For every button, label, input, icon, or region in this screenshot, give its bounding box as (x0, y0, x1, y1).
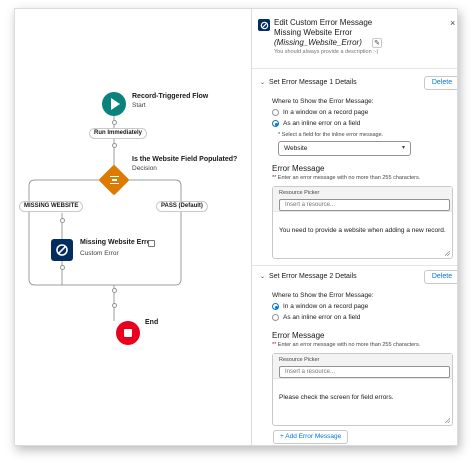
branch-label-pass-default: PASS (Default) (156, 201, 208, 212)
error-message-hint-1: ** Enter an error message with no more t… (272, 175, 421, 181)
description-hint: You should always provide a description … (274, 49, 379, 55)
delete-button-2[interactable]: Delete (424, 270, 457, 284)
connector-handle[interactable] (60, 218, 65, 223)
chevron-down-icon: ⌄ (260, 274, 266, 280)
field-select[interactable]: Website ▾ (278, 141, 411, 156)
chevron-down-icon: ⌄ (260, 80, 266, 86)
connector-handle[interactable] (60, 265, 65, 270)
radio-record-page-label-2: In a window on a record page (283, 303, 369, 310)
add-error-message-button[interactable]: + Add Error Message (273, 430, 349, 444)
end-node-title: End (145, 319, 159, 326)
flow-builder-window: Record-Triggered Flow Start Run Immediat… (14, 8, 458, 446)
prohibit-icon (260, 21, 268, 29)
connector-handle[interactable] (112, 120, 117, 125)
error-message-text-2[interactable]: Please check the screen for field errors… (279, 394, 394, 401)
node-menu-icon[interactable] (148, 240, 155, 247)
radio-inline-label-1: As an inline error on a field (283, 120, 361, 127)
error-hint-text-2: * Enter an error message with no more th… (274, 342, 421, 348)
connector-handle[interactable] (112, 303, 117, 308)
branch-label-missing-website: MISSING WEBSITE (19, 201, 84, 212)
properties-panel: Edit Custom Error Message Missing Websit… (251, 9, 457, 445)
error-node-icon[interactable] (51, 239, 73, 261)
error-message-hint-2: ** Enter an error message with no more t… (272, 342, 421, 348)
error-message-editor-1: Resource Picker Insert a resource... You… (272, 186, 453, 259)
connector-handle[interactable] (112, 288, 117, 293)
delete-button-1[interactable]: Delete (424, 76, 457, 90)
field-select-value: Website (284, 145, 308, 152)
decision-node-subtitle: Decision (132, 165, 157, 172)
error-message-heading-2: Error Message (272, 331, 325, 340)
start-node-subtitle: Start (132, 102, 146, 109)
start-node-icon[interactable] (102, 92, 126, 116)
chevron-down-icon: ▾ (401, 145, 405, 151)
start-node-title: Record-Triggered Flow (132, 93, 209, 100)
section-1-toggle[interactable]: ⌄ Set Error Message 1 Details (260, 79, 357, 86)
radio-record-page-1[interactable] (272, 109, 279, 116)
flow-canvas: Record-Triggered Flow Start Run Immediat… (15, 9, 251, 445)
error-node-title: Missing Website Error (80, 239, 154, 246)
prohibit-icon (56, 244, 68, 256)
error-message-editor-2: Resource Picker Insert a resource... Ple… (272, 353, 453, 426)
error-message-heading-1: Error Message (272, 164, 325, 173)
decision-node-title: Is the Website Field Populated? (132, 156, 238, 163)
error-hint-text-1: * Enter an error message with no more th… (274, 175, 421, 181)
resource-picker-input-2[interactable]: Insert a resource... (279, 366, 450, 378)
element-label: Missing Website Error (274, 28, 353, 37)
element-api-name: (Missing_Website_Error) (274, 38, 362, 47)
divider (252, 265, 457, 266)
radio-record-page-2[interactable] (272, 303, 279, 310)
resource-picker-input-1[interactable]: Insert a resource... (279, 199, 450, 211)
panel-title: Edit Custom Error Message (274, 18, 373, 27)
edit-pencil-icon[interactable]: ✎ (372, 38, 382, 48)
radio-inline-1[interactable] (272, 120, 279, 127)
editor-toolbar: Resource Picker Insert a resource... (273, 187, 452, 212)
run-immediately-label: Run Immediately (89, 128, 148, 139)
flow-connectors (28, 116, 182, 321)
resource-picker-label-2: Resource Picker (279, 357, 320, 363)
section-1-heading: Set Error Message 1 Details (269, 79, 357, 86)
divider (252, 68, 457, 69)
where-label-2: Where to Show the Error Message: (272, 292, 374, 299)
radio-inline-label-2: As an inline error on a field (283, 314, 361, 321)
resource-picker-label-1: Resource Picker (279, 190, 320, 196)
custom-error-icon (258, 19, 270, 31)
close-icon[interactable]: × (450, 18, 455, 28)
section-2-heading: Set Error Message 2 Details (269, 273, 357, 280)
where-label-1: Where to Show the Error Message: (272, 98, 374, 105)
error-node-subtitle: Custom Error (80, 250, 119, 257)
decision-icon (107, 173, 121, 187)
resize-handle-icon[interactable] (445, 418, 450, 423)
connector-handle[interactable] (112, 143, 117, 148)
panel-header: Edit Custom Error Message Missing Websit… (252, 9, 457, 57)
end-node-icon (116, 321, 140, 345)
radio-inline-2[interactable] (272, 314, 279, 321)
resize-handle-icon[interactable] (445, 251, 450, 256)
editor-toolbar: Resource Picker Insert a resource... (273, 354, 452, 379)
error-message-text-1[interactable]: You need to provide a website when addin… (279, 227, 446, 234)
radio-record-page-label-1: In a window on a record page (283, 109, 369, 116)
field-hint: * Select a field for the inline error me… (278, 132, 384, 138)
section-2-toggle[interactable]: ⌄ Set Error Message 2 Details (260, 273, 357, 280)
